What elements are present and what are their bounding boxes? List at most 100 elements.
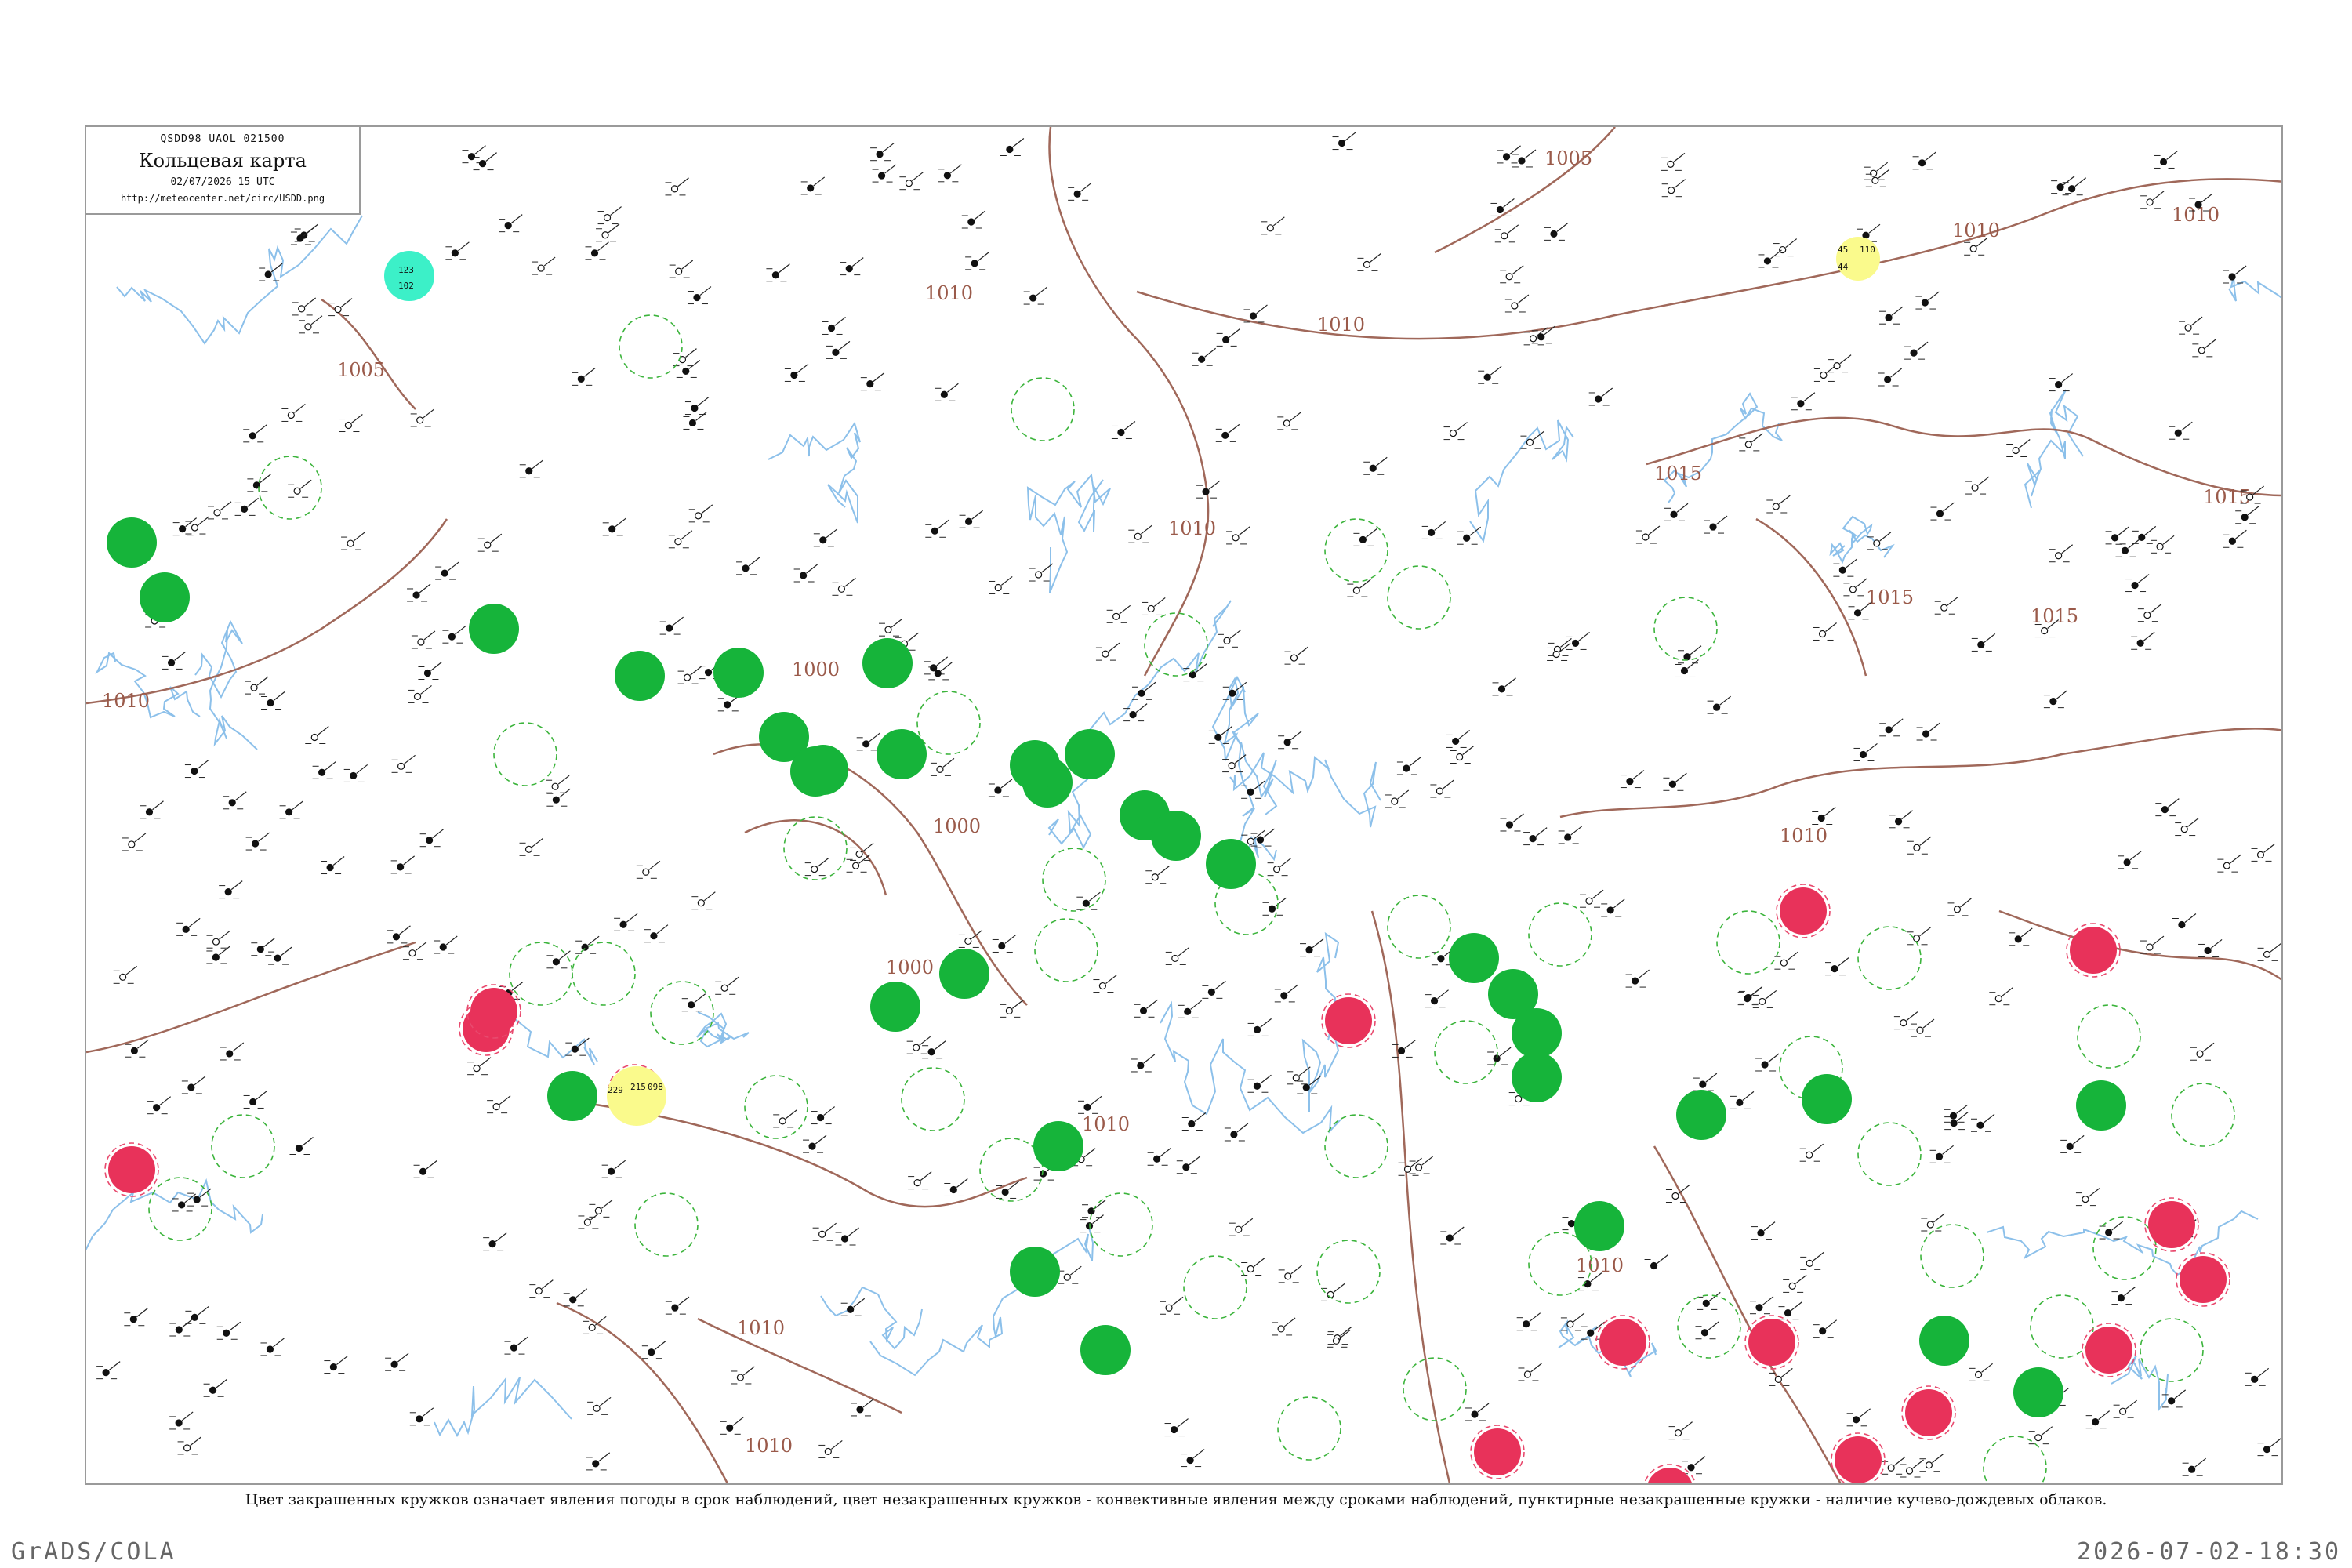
station-marker	[2151, 535, 2175, 554]
station-disc-green	[2013, 1367, 2063, 1417]
station-marker	[1730, 1091, 1755, 1109]
river	[86, 1178, 263, 1251]
station-marker	[1907, 836, 1932, 855]
highlight-station-cyan[interactable]: 123 102	[384, 251, 434, 301]
river	[116, 215, 363, 345]
station-marker	[1450, 746, 1475, 764]
station-marker	[1778, 1301, 1802, 1320]
station-marker	[2140, 935, 2165, 954]
station-marker	[935, 383, 959, 401]
station-disc-red	[1748, 1319, 1795, 1366]
station-disc-red	[1780, 887, 1827, 935]
station-marker	[499, 214, 523, 233]
station-marker	[822, 316, 846, 335]
station-marker	[804, 858, 829, 877]
isobar-line	[556, 1301, 729, 1483]
cb-ring	[1324, 518, 1388, 583]
cb-ring	[1528, 902, 1592, 967]
station-marker	[305, 726, 329, 745]
station-marker	[1879, 306, 1904, 325]
station-disc-red	[1325, 997, 1372, 1044]
station-marker	[2115, 539, 2140, 557]
station-marker	[1824, 957, 1849, 976]
station-marker	[1396, 757, 1421, 775]
station-marker	[1930, 502, 1955, 521]
river	[1829, 515, 1895, 564]
station-marker	[473, 152, 497, 171]
station-marker	[614, 913, 638, 931]
station-marker	[1457, 526, 1482, 545]
isobar-label: 1000	[792, 659, 840, 681]
station-disc-green	[1151, 811, 1201, 861]
station-marker	[1664, 503, 1689, 521]
isobar-line	[1646, 416, 2281, 497]
station-marker	[1766, 495, 1791, 514]
station-marker	[944, 1178, 968, 1196]
station-marker	[1183, 663, 1207, 682]
station-marker	[2118, 851, 2142, 869]
station-marker	[1558, 826, 1583, 844]
station-marker	[546, 775, 570, 793]
station-marker	[925, 519, 949, 538]
station-value: 44	[1838, 262, 1849, 272]
station-marker	[989, 575, 1013, 594]
station-marker	[1588, 387, 1613, 406]
station-marker	[1783, 1274, 1807, 1293]
station-disc-green	[1802, 1074, 1852, 1124]
station-marker	[1547, 642, 1571, 661]
station-disc-red	[2085, 1327, 2132, 1374]
station-marker	[1848, 601, 1872, 620]
station-marker	[529, 1279, 554, 1298]
station-marker	[676, 359, 701, 378]
highlight-station-yellow[interactable]: 229 215 098	[607, 1066, 666, 1126]
station-marker	[677, 666, 702, 684]
station-marker	[1216, 328, 1241, 347]
station-disc-red	[108, 1146, 155, 1193]
station-marker	[1176, 1156, 1201, 1174]
station-marker	[1262, 897, 1287, 916]
station-marker	[185, 1305, 209, 1324]
station-marker	[899, 172, 924, 191]
station-marker	[597, 206, 622, 225]
station-marker	[1142, 597, 1166, 615]
station-marker	[1934, 596, 1959, 615]
isobar-label: 1015	[1866, 586, 1914, 608]
station-marker	[1971, 633, 1996, 652]
station-marker	[669, 260, 694, 278]
station-marker	[2062, 177, 2087, 196]
station-disc-green	[107, 517, 157, 568]
station-marker	[996, 1180, 1020, 1199]
isobar-line	[1434, 127, 1616, 254]
station-marker	[504, 1336, 528, 1355]
highlight-station-yellow[interactable]: 45 110 44	[1836, 237, 1880, 281]
station-value: 098	[648, 1082, 663, 1092]
station-marker	[1865, 169, 1890, 187]
station-marker	[1833, 558, 1857, 577]
station-marker	[442, 625, 466, 644]
station-marker	[2137, 604, 2162, 622]
station-marker	[251, 938, 275, 956]
station-marker	[519, 837, 543, 856]
station-marker	[385, 1352, 409, 1371]
station-value: 45	[1838, 245, 1848, 255]
isobar-line	[321, 298, 416, 410]
isobar-label: 1010	[1780, 825, 1828, 847]
station-marker	[409, 1407, 434, 1426]
station-marker	[826, 340, 851, 359]
observation-date: 02/07/2026 15 UTC	[170, 176, 275, 188]
station-marker	[1000, 138, 1025, 157]
station-marker	[1111, 420, 1136, 439]
station-marker	[784, 363, 809, 382]
station-marker	[800, 176, 826, 195]
station-marker	[1921, 1213, 1945, 1232]
station-marker	[870, 143, 895, 162]
software-credit: GrADS/COLA	[11, 1538, 176, 1566]
river	[1211, 675, 1259, 761]
station-marker	[659, 616, 684, 635]
isobar-label: 1000	[933, 815, 981, 837]
station-marker	[1095, 642, 1120, 661]
station-marker	[341, 532, 365, 550]
station-disc-red	[1835, 1436, 1882, 1483]
station-marker	[1487, 1047, 1512, 1065]
station-marker	[1165, 946, 1190, 965]
